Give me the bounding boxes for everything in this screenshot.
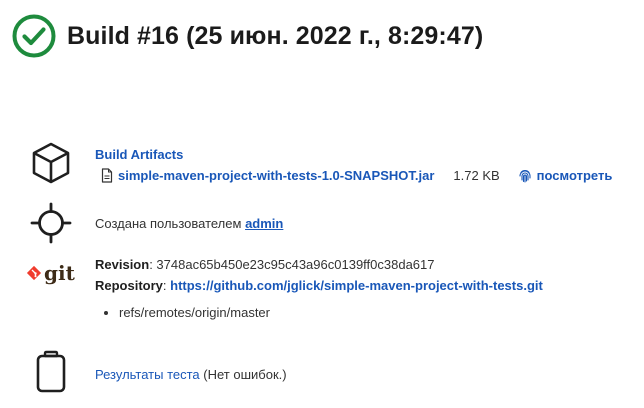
artifact-file-link[interactable]: simple-maven-project-with-tests-1.0-SNAP… xyxy=(118,167,434,184)
git-logo: git xyxy=(26,263,75,283)
page-title: Build #16 (25 июн. 2022 г., 8:29:47) xyxy=(67,21,484,50)
git-logo-text: git xyxy=(44,261,75,285)
cube-icon xyxy=(32,142,70,184)
test-summary: (Нет ошибок.) xyxy=(203,367,287,382)
user-link[interactable]: admin xyxy=(245,216,283,231)
git-diamond-icon xyxy=(26,265,42,281)
repository-link[interactable]: https://github.com/jglick/simple-maven-p… xyxy=(170,278,543,293)
crosshair-icon xyxy=(30,202,72,244)
build-artifacts-link[interactable]: Build Artifacts xyxy=(95,147,183,162)
test-results-link[interactable]: Результаты теста xyxy=(95,367,200,382)
clipboard-icon xyxy=(36,350,66,393)
branch-list: refs/remotes/origin/master xyxy=(95,304,543,321)
cause-text: Создана пользователем xyxy=(95,216,242,231)
artifact-file-size: 1.72 KB xyxy=(453,168,500,183)
fingerprint-icon xyxy=(519,169,531,183)
build-header: Build #16 (25 июн. 2022 г., 8:29:47) xyxy=(12,14,483,58)
revision-value: 3748ac65b450e23c95c43a96c0139ff0c38da617 xyxy=(156,257,435,272)
view-fingerprint-link[interactable]: посмотреть xyxy=(537,167,613,184)
revision-label: Revision xyxy=(95,257,150,272)
success-check-icon xyxy=(12,14,56,58)
repository-label: Repository xyxy=(95,278,163,293)
list-item: refs/remotes/origin/master xyxy=(119,304,543,321)
file-icon xyxy=(101,168,113,183)
